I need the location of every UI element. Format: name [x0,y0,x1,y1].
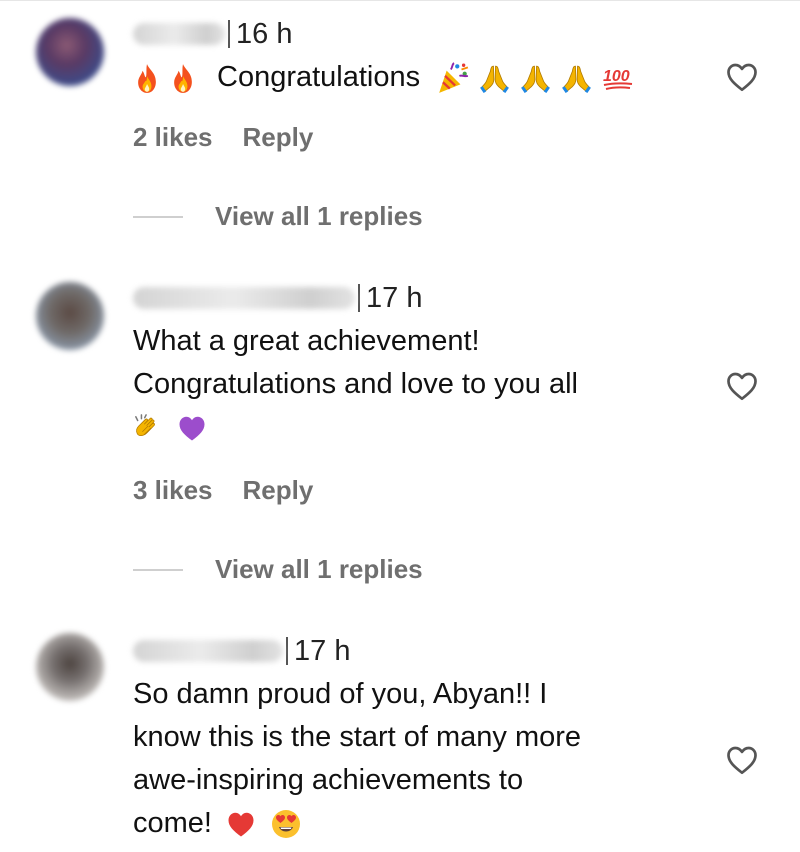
comment-actions: 3 likes Reply [133,475,313,506]
likes-count[interactable]: 3 likes [133,475,213,506]
comment-line: come! [133,807,212,839]
view-replies-button[interactable]: View all 1 replies [133,201,423,232]
username-blurred[interactable] [133,287,355,309]
heart-eyes-emoji [270,808,302,840]
username-edge [228,20,230,48]
like-heart-icon[interactable] [722,368,762,404]
comment-text: Congratulations [133,56,643,99]
replies-divider [133,215,183,218]
timestamp: 16 h [236,17,293,50]
comment-line: So damn proud of you, Abyan!! I [133,678,548,710]
comment-text: So damn proud of you, Abyan!! I know thi… [133,673,581,845]
folded-hands-emoji [478,62,511,95]
top-divider [0,0,800,1]
comment-actions: 2 likes Reply [133,122,313,153]
comment-text: What a great achievement! Congratulation… [133,320,578,449]
comment-line: know this is the start of many more [133,721,582,753]
avatar[interactable] [36,633,104,701]
username-edge [358,284,360,312]
reply-button[interactable]: Reply [243,122,314,153]
view-replies-button[interactable]: View all 1 replies [133,554,423,585]
username-blurred[interactable] [133,23,225,45]
view-replies-label: View all 1 replies [215,554,423,584]
avatar[interactable] [36,18,104,86]
fire-emoji [133,63,161,94]
comment-line: Congratulations and love to you all [133,368,578,400]
clapping-hands-emoji [133,413,163,443]
like-heart-icon[interactable] [722,59,762,95]
folded-hands-emoji [560,62,593,95]
comment-line: awe-inspiring achievements to [133,764,524,796]
like-heart-icon[interactable] [722,742,762,778]
hundred-points-emoji [601,63,635,93]
fire-emoji [169,63,197,94]
reply-button[interactable]: Reply [243,475,314,506]
comment-meta: 17 h [133,281,422,315]
likes-count[interactable]: 2 likes [133,122,213,153]
purple-heart-emoji [177,414,207,442]
comment-meta: 17 h [133,634,350,668]
red-heart-emoji [226,810,256,838]
comment-line: What a great achievement! [133,325,480,357]
folded-hands-emoji [519,62,552,95]
comment-line: Congratulations [217,61,421,93]
timestamp: 17 h [366,281,423,314]
view-replies-label: View all 1 replies [215,201,423,231]
username-blurred[interactable] [133,640,283,662]
replies-divider [133,568,183,571]
comment-meta: 16 h [133,17,292,51]
party-popper-emoji [436,61,470,95]
username-edge [286,637,288,665]
timestamp: 17 h [294,634,351,667]
avatar[interactable] [36,282,104,350]
